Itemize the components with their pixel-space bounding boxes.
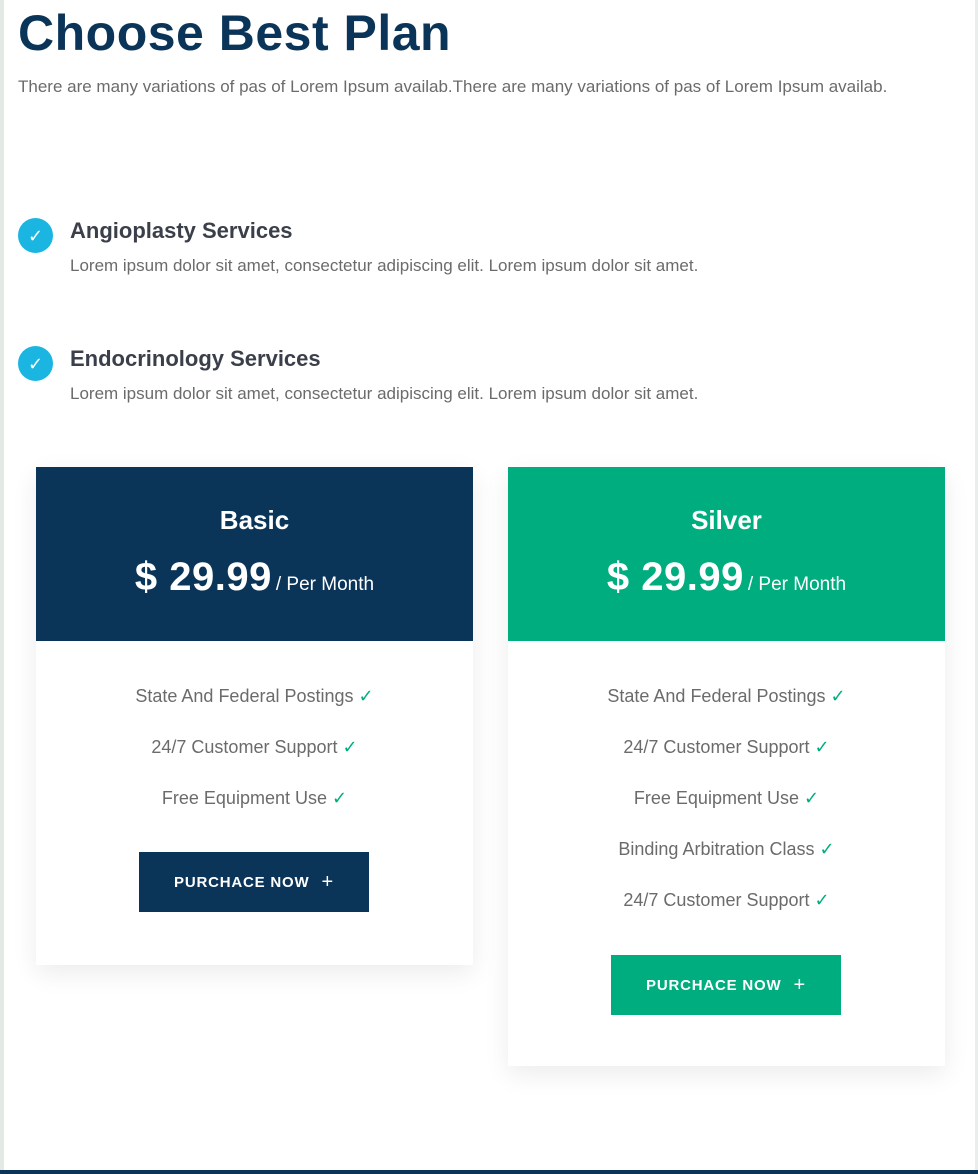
feature-label: Free Equipment Use [633, 788, 799, 808]
pricing-card-header: Silver $ 29.99/ Per Month [508, 467, 945, 641]
price-row: $ 29.99/ Per Month [36, 555, 473, 600]
feature-label: 24/7 Customer Support [623, 890, 810, 910]
plan-name: Silver [691, 505, 762, 535]
pricing-card-header: Basic $ 29.99/ Per Month [36, 467, 473, 641]
feature-list: State And Federal Postings ✓ 24/7 Custome… [508, 641, 945, 936]
check-icon: ✓ [803, 788, 820, 809]
feature-label: State And Federal Postings [135, 686, 354, 706]
check-icon: ✓ [830, 686, 846, 707]
plan-period: / Per Month [747, 574, 847, 595]
feature-item: 24/7 Customer Support ✓ [508, 732, 945, 783]
feature-item: State And Federal Postings ✓ [508, 681, 945, 732]
price-row: $ 29.99/ Per Month [508, 555, 945, 600]
check-circle-icon: ✓ [18, 346, 53, 381]
feature-label: 24/7 Customer Support [151, 737, 338, 757]
feature-label: Binding Arbitration Class [618, 839, 815, 859]
plus-icon: + [793, 973, 806, 996]
feature-list: State And Federal Postings ✓ 24/7 Custome… [36, 641, 473, 834]
purchase-button-silver[interactable]: PURCHACE NOW + [611, 955, 841, 1015]
check-icon: ✓ [342, 737, 358, 758]
pricing-card-silver: Silver $ 29.99/ Per Month State And Fede… [508, 467, 945, 1066]
feature-item: Free Equipment Use ✓ [508, 783, 945, 834]
pricing-card-basic: Basic $ 29.99/ Per Month State And Feder… [36, 467, 473, 965]
purchase-button-label: PURCHACE NOW [174, 873, 310, 891]
plan-price: $ 29.99 [606, 555, 744, 599]
feature-label: Free Equipment Use [161, 788, 327, 808]
check-icon: ✓ [331, 788, 348, 809]
purchase-button-basic[interactable]: PURCHACE NOW + [139, 852, 369, 912]
plan-period: / Per Month [275, 574, 375, 595]
check-circle-icon: ✓ [18, 218, 53, 253]
feature-label: State And Federal Postings [607, 686, 826, 706]
plan-name: Basic [219, 505, 290, 535]
intro-text: There are many variations of pas of Lore… [18, 77, 888, 96]
left-border [0, 0, 4, 1174]
page-title: Choose Best Plan [18, 5, 452, 61]
check-icon: ✓ [819, 839, 835, 860]
service-description: Lorem ipsum dolor sit amet, consectetur … [70, 384, 699, 403]
purchase-button-label: PURCHACE NOW [646, 976, 782, 994]
service-description: Lorem ipsum dolor sit amet, consectetur … [70, 256, 699, 275]
check-icon: ✓ [814, 737, 830, 758]
feature-label: 24/7 Customer Support [623, 737, 810, 757]
plus-icon: + [321, 870, 334, 893]
feature-item: 24/7 Customer Support ✓ [36, 732, 473, 783]
feature-item: Binding Arbitration Class ✓ [508, 834, 945, 885]
check-icon: ✓ [814, 890, 830, 911]
feature-item: 24/7 Customer Support ✓ [508, 885, 945, 936]
bottom-border [0, 1170, 978, 1174]
plan-price: $ 29.99 [134, 555, 272, 599]
feature-item: Free Equipment Use ✓ [36, 783, 473, 834]
feature-item: State And Federal Postings ✓ [36, 681, 473, 732]
service-title: Angioplasty Services [70, 218, 293, 243]
service-title: Endocrinology Services [70, 346, 321, 371]
check-icon: ✓ [358, 686, 374, 707]
